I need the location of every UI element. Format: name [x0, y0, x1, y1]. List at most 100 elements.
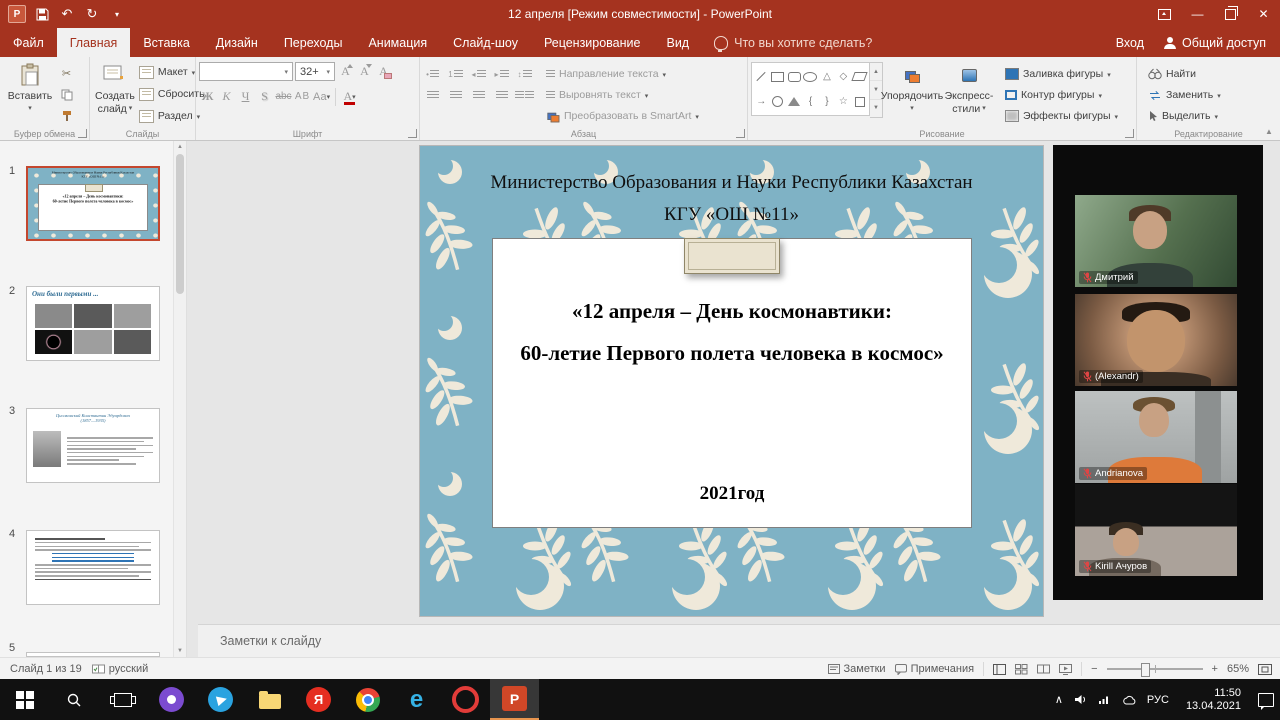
italic-button[interactable]: К: [218, 87, 235, 106]
align-right-icon[interactable]: [469, 86, 488, 104]
opera-icon[interactable]: [441, 679, 490, 720]
gallery-more-icon[interactable]: ▼: [870, 100, 882, 117]
telegram-icon[interactable]: [196, 679, 245, 720]
shape-diamond[interactable]: ◇: [840, 72, 848, 82]
zoom-percentage[interactable]: 65%: [1227, 663, 1249, 675]
tab-slide-show[interactable]: Слайд-шоу: [440, 28, 531, 57]
shape-effects-button[interactable]: Эффекты фигуры▾: [1003, 106, 1120, 126]
scroll-up-icon[interactable]: ▲: [174, 140, 186, 153]
ribbon-display-options-button[interactable]: [1148, 0, 1181, 28]
arrange-button[interactable]: Упорядочить ▾: [883, 60, 941, 117]
tray-network-icon[interactable]: [1098, 694, 1111, 705]
shape-isosceles-triangle[interactable]: [788, 97, 800, 106]
shape-brace-left[interactable]: {: [809, 97, 812, 107]
bold-button[interactable]: Ж: [199, 87, 216, 106]
cut-icon[interactable]: ✂: [57, 64, 76, 83]
shape-fill-button[interactable]: Заливка фигуры▾: [1003, 64, 1120, 84]
yandex-browser-icon[interactable]: Я: [294, 679, 343, 720]
tab-transitions[interactable]: Переходы: [271, 28, 356, 57]
tab-review[interactable]: Рецензирование: [531, 28, 654, 57]
shape-line[interactable]: [757, 72, 766, 81]
normal-view-button[interactable]: [993, 664, 1006, 675]
tray-speaker-icon[interactable]: [1074, 694, 1087, 705]
drawing-dialog-launcher[interactable]: [1125, 129, 1134, 138]
paste-button[interactable]: Вставить ▾: [3, 60, 57, 117]
align-text-button[interactable]: Выровнять текст▾: [544, 85, 701, 105]
comments-toggle-button[interactable]: Примечания: [895, 663, 975, 675]
collapse-ribbon-button[interactable]: ▲: [1262, 125, 1276, 137]
slide-thumbnail-4[interactable]: [26, 530, 160, 605]
find-button[interactable]: Найти: [1146, 64, 1223, 84]
shape-parallelogram[interactable]: [852, 72, 868, 81]
shape-star[interactable]: ☆: [839, 97, 848, 107]
share-button[interactable]: Общий доступ: [1164, 36, 1266, 50]
shape-circle[interactable]: [772, 96, 783, 107]
slide-canvas[interactable]: Министерство Образования и Науки Республ…: [420, 146, 1043, 616]
font-size-combo[interactable]: 32+▾: [295, 62, 335, 81]
restore-button[interactable]: [1214, 0, 1247, 28]
font-dialog-launcher[interactable]: [408, 129, 417, 138]
fit-slide-button[interactable]: [1258, 664, 1272, 675]
tab-insert[interactable]: Вставка: [130, 28, 202, 57]
tray-cloud-icon[interactable]: [1122, 695, 1136, 705]
shape-brace-right[interactable]: }: [825, 97, 828, 107]
shrink-font-button[interactable]: А: [356, 62, 373, 81]
edge-icon[interactable]: e: [392, 679, 441, 720]
save-icon[interactable]: [31, 3, 53, 25]
start-button[interactable]: [0, 679, 49, 720]
font-name-combo[interactable]: ▾: [199, 62, 293, 81]
participant-video[interactable]: (Alexandr): [1075, 294, 1237, 386]
minimize-button[interactable]: —: [1181, 0, 1214, 28]
notes-pane[interactable]: Заметки к слайду: [198, 624, 1280, 657]
shape-rounded-rectangle[interactable]: [788, 72, 801, 82]
underline-button[interactable]: Ч: [237, 87, 254, 106]
scroll-down-icon[interactable]: ▼: [174, 644, 186, 657]
shapes-gallery[interactable]: △ ◇ → { } ☆: [751, 62, 870, 116]
shape-rectangle[interactable]: [771, 72, 784, 82]
task-view-button[interactable]: [98, 679, 147, 720]
tab-animations[interactable]: Анимация: [355, 28, 440, 57]
app-icon[interactable]: P: [6, 3, 28, 25]
reading-view-button[interactable]: [1037, 664, 1050, 675]
line-spacing-icon[interactable]: ↕: [515, 65, 534, 83]
slide-header-line1[interactable]: Министерство Образования и Науки Республ…: [420, 172, 1043, 194]
zoom-in-button[interactable]: +: [1212, 663, 1218, 675]
shape-arrow[interactable]: →: [756, 97, 766, 107]
zoom-out-button[interactable]: −: [1091, 663, 1097, 675]
close-button[interactable]: ✕: [1247, 0, 1280, 28]
columns-icon[interactable]: [515, 86, 534, 104]
character-spacing-button[interactable]: АВ: [294, 87, 311, 106]
tab-file[interactable]: Файл: [0, 28, 57, 57]
redo-icon[interactable]: ↻: [81, 3, 103, 25]
tell-me-search[interactable]: Что вы хотите сделать?: [714, 28, 872, 57]
text-shadow-button[interactable]: S: [256, 87, 273, 106]
tab-view[interactable]: Вид: [653, 28, 702, 57]
search-button[interactable]: [49, 679, 98, 720]
shape-outline-button[interactable]: Контур фигуры▾: [1003, 85, 1120, 105]
taskbar-clock[interactable]: 11:50 13.04.2021: [1180, 687, 1247, 713]
hidden-icons-button[interactable]: ∧: [1055, 693, 1063, 706]
action-center-button[interactable]: [1258, 693, 1274, 707]
new-slide-button[interactable]: Создать слайд▾: [93, 60, 137, 117]
spell-check-icon[interactable]: [92, 664, 105, 675]
alice-icon[interactable]: [147, 679, 196, 720]
align-center-icon[interactable]: [446, 86, 465, 104]
file-explorer-icon[interactable]: [245, 679, 294, 720]
text-direction-button[interactable]: Направление текста▾: [544, 64, 701, 84]
slide-header-line2[interactable]: КГУ «ОШ №11»: [420, 204, 1043, 226]
clipboard-dialog-launcher[interactable]: [78, 129, 87, 138]
slideshow-button[interactable]: [1059, 664, 1072, 675]
language-indicator[interactable]: РУС: [1147, 694, 1169, 706]
slide-title-box[interactable]: «12 апреля – День космонавтики: 60-летие…: [492, 238, 972, 528]
bullets-icon[interactable]: •: [423, 65, 442, 83]
participant-video[interactable]: Andrianova: [1075, 391, 1237, 483]
scrollbar-thumb[interactable]: [176, 154, 184, 294]
replace-button[interactable]: Заменить▾: [1146, 85, 1223, 105]
copy-icon[interactable]: [57, 85, 76, 104]
format-painter-icon[interactable]: [57, 106, 76, 125]
numbering-icon[interactable]: 1: [446, 65, 465, 83]
slide-thumbnail-2[interactable]: Они были первыми ...: [26, 286, 160, 361]
quick-access-caret-icon[interactable]: ▾: [106, 3, 128, 25]
paragraph-dialog-launcher[interactable]: [736, 129, 745, 138]
change-case-button[interactable]: Аа▾: [313, 87, 330, 106]
